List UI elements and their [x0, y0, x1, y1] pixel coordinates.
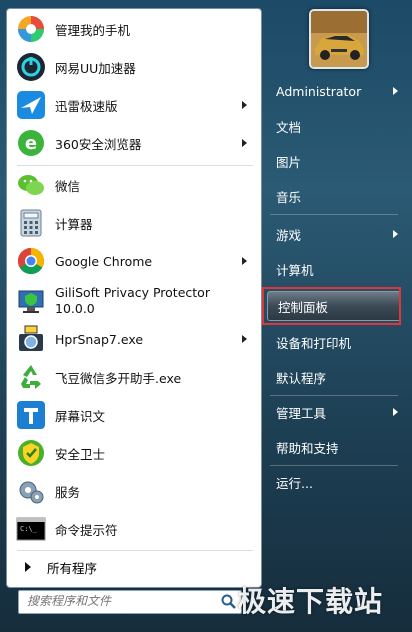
gear-service-icon	[15, 475, 47, 507]
program-label: 管理我的手机	[55, 22, 131, 38]
program-item-hprsnap7[interactable]: HprSnap7.exe	[11, 321, 257, 357]
program-label: 命令提示符	[55, 522, 118, 538]
program-label: Google Chrome	[55, 253, 153, 269]
program-label: 计算器	[55, 216, 93, 232]
program-item-wechat[interactable]: 微信	[11, 167, 257, 203]
program-item-manage-phone[interactable]: 管理我的手机	[11, 11, 257, 47]
menu-label: 默认程序	[276, 370, 327, 386]
ie-e-icon: e	[15, 127, 47, 159]
menu-item-pictures[interactable]: 图片	[266, 146, 404, 176]
program-label: HprSnap7.exe	[55, 331, 144, 347]
uu-accelerator-icon	[15, 51, 47, 83]
colorful-circle-icon	[15, 13, 47, 45]
program-item-feidou-wechat[interactable]: 飞豆微信多开助手.exe	[11, 359, 257, 395]
search-icon[interactable]	[221, 594, 237, 613]
programs-panel: 管理我的手机 网易UU加速器 迅雷极速版 e 360安全浏览器 微信 计算器 G…	[6, 8, 262, 588]
program-item-calculator[interactable]: 计算器	[11, 205, 257, 241]
security-guard-icon	[15, 437, 47, 469]
submenu-arrow-icon	[393, 230, 398, 238]
separator	[270, 465, 398, 466]
menu-label: 管理工具	[276, 405, 327, 421]
menu-item-help-support[interactable]: 帮助和支持	[266, 432, 404, 462]
menu-item-games[interactable]: 游戏	[266, 219, 404, 249]
expand-arrow-icon	[25, 562, 31, 572]
calculator-icon	[15, 207, 47, 239]
program-label: 微信	[55, 178, 81, 194]
program-label: 飞豆微信多开助手.exe	[55, 370, 182, 386]
menu-item-devices-printers[interactable]: 设备和打印机	[266, 327, 404, 357]
program-item-thunder[interactable]: 迅雷极速版	[11, 87, 257, 123]
submenu-arrow-icon	[242, 335, 247, 343]
svg-text:C:\_: C:\_	[20, 525, 38, 533]
menu-label: Administrator	[276, 83, 362, 99]
hypersnap-icon	[15, 323, 47, 355]
separator	[17, 165, 253, 166]
menu-item-run[interactable]: 运行...	[266, 467, 404, 497]
menu-item-admin-tools[interactable]: 管理工具	[266, 397, 404, 427]
menu-label: 设备和打印机	[276, 335, 352, 351]
menu-label: 音乐	[276, 189, 302, 205]
program-item-360-browser[interactable]: e 360安全浏览器	[11, 125, 257, 161]
program-label: 360安全浏览器	[55, 136, 142, 152]
cmd-icon: C:\_	[15, 513, 47, 545]
submenu-arrow-icon	[393, 408, 398, 416]
program-item-google-chrome[interactable]: Google Chrome	[11, 243, 257, 279]
submenu-arrow-icon	[242, 257, 247, 265]
menu-item-computer[interactable]: 计算机	[266, 254, 404, 284]
program-item-screen-text[interactable]: 屏幕识文	[11, 397, 257, 433]
search-input[interactable]	[19, 591, 217, 611]
menu-item-documents[interactable]: 文档	[266, 111, 404, 141]
t-text-icon	[15, 399, 47, 431]
menu-label: 游戏	[276, 227, 302, 243]
submenu-arrow-icon	[393, 87, 398, 95]
program-label: 安全卫士	[55, 446, 106, 462]
menu-label: 帮助和支持	[276, 440, 339, 456]
start-menu: 管理我的手机 网易UU加速器 迅雷极速版 e 360安全浏览器 微信 计算器 G…	[0, 0, 412, 632]
program-label: GiliSoft Privacy Protector	[55, 285, 210, 300]
svg-text:e: e	[25, 133, 37, 154]
program-label: 迅雷极速版	[55, 98, 118, 114]
submenu-arrow-icon	[242, 101, 247, 109]
program-item-services[interactable]: 服务	[11, 473, 257, 509]
program-label: 网易UU加速器	[55, 60, 136, 76]
program-item-security-guard[interactable]: 安全卫士	[11, 435, 257, 471]
program-version: 10.0.0	[55, 301, 95, 316]
watermark: 极速下载站	[238, 585, 384, 618]
chrome-icon	[15, 245, 47, 277]
thunder-bird-icon	[15, 89, 47, 121]
menu-item-administrator[interactable]: Administrator	[266, 76, 404, 106]
menu-label: 运行...	[276, 475, 313, 491]
user-avatar[interactable]	[309, 9, 369, 69]
menu-label: 图片	[276, 154, 302, 170]
car-picture-icon	[311, 11, 367, 67]
menu-item-music[interactable]: 音乐	[266, 181, 404, 211]
submenu-arrow-icon	[242, 139, 247, 147]
program-label: 屏幕识文	[55, 408, 106, 424]
menu-label: 计算机	[276, 262, 314, 278]
program-item-uu-accelerator[interactable]: 网易UU加速器	[11, 49, 257, 85]
wechat-icon	[15, 169, 47, 201]
privacy-protector-icon	[15, 285, 47, 317]
separator	[270, 214, 398, 215]
search-box[interactable]	[18, 590, 242, 614]
program-item-gilisoft-privacy[interactable]: GiliSoft Privacy Protector 10.0.0	[11, 281, 257, 321]
separator	[17, 550, 253, 551]
program-label: 服务	[55, 484, 81, 500]
recycle-icon	[15, 361, 47, 393]
menu-label: 文档	[276, 119, 302, 135]
menu-item-default-programs[interactable]: 默认程序	[266, 362, 404, 392]
highlight-box	[262, 287, 401, 325]
program-item-cmd[interactable]: C:\_ 命令提示符	[11, 511, 257, 547]
all-programs-label: 所有程序	[47, 560, 98, 576]
separator	[270, 395, 398, 396]
all-programs-button[interactable]: 所有程序	[11, 554, 257, 580]
